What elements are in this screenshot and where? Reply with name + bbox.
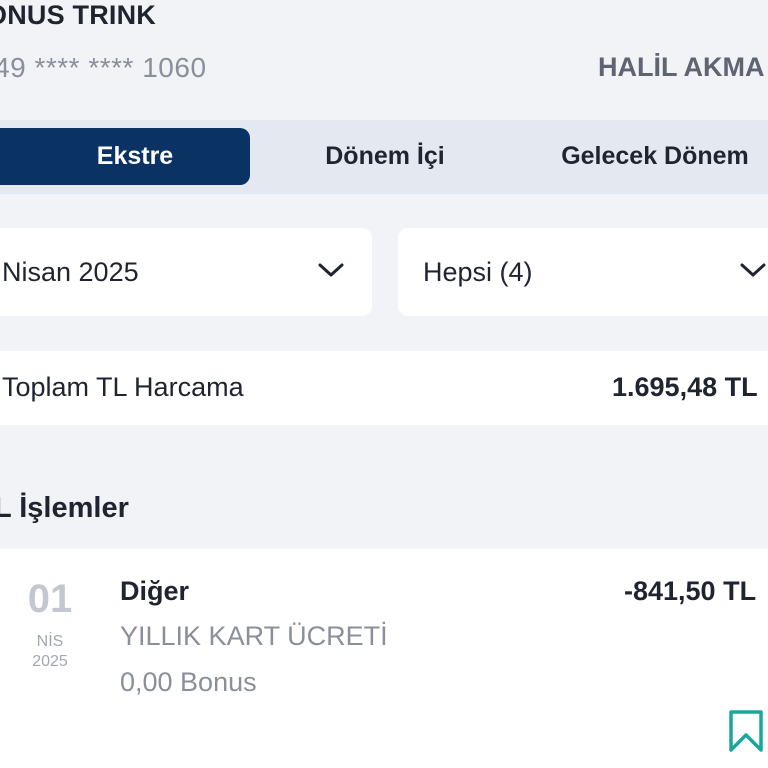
transaction-row[interactable]: 01 NİS 2025 Diğer YILLIK KART ÜCRETİ 0,0…	[0, 549, 768, 768]
transaction-description: YILLIK KART ÜCRETİ	[120, 621, 388, 651]
card-holder-name: HALİL AKMA	[598, 52, 765, 82]
card-name: ONUS TRINK	[0, 0, 156, 30]
transaction-category: Diğer	[120, 576, 190, 606]
transaction-day: 01	[27, 577, 73, 621]
transaction-type-select[interactable]: Hepsi (4)	[398, 228, 768, 316]
tab-label: Gelecek Dönem	[561, 142, 749, 170]
chevron-down-icon	[740, 263, 766, 277]
chevron-down-icon	[318, 263, 344, 277]
total-spending-value: 1.695,48 TL	[612, 372, 758, 402]
period-select-value: Nisan 2025	[2, 256, 139, 287]
tab-donem-ici[interactable]: Dönem İçi	[270, 128, 500, 185]
type-select-value: Hepsi (4)	[423, 256, 533, 287]
transaction-year: 2025	[32, 653, 68, 670]
card-number: 549 **** **** 1060	[0, 52, 207, 83]
tab-ekstre[interactable]: Ekstre	[0, 128, 250, 185]
total-spending-label: Toplam TL Harcama	[2, 372, 244, 402]
bookmark-icon[interactable]	[728, 709, 764, 753]
section-title: L İşlemler	[0, 492, 129, 524]
transaction-amount: -841,50 TL	[624, 576, 757, 606]
total-spending-row: Toplam TL Harcama 1.695,48 TL	[0, 351, 768, 425]
transaction-month: NİS	[36, 633, 64, 650]
tab-label: Ekstre	[96, 142, 174, 170]
tab-gelecek-donem[interactable]: Gelecek Dönem	[540, 128, 768, 185]
period-select[interactable]: Nisan 2025	[0, 228, 372, 316]
tab-label: Dönem İçi	[325, 142, 445, 170]
transaction-bonus: 0,00 Bonus	[120, 667, 257, 697]
statement-tabs: Ekstre Dönem İçi Gelecek Dönem	[0, 120, 768, 194]
